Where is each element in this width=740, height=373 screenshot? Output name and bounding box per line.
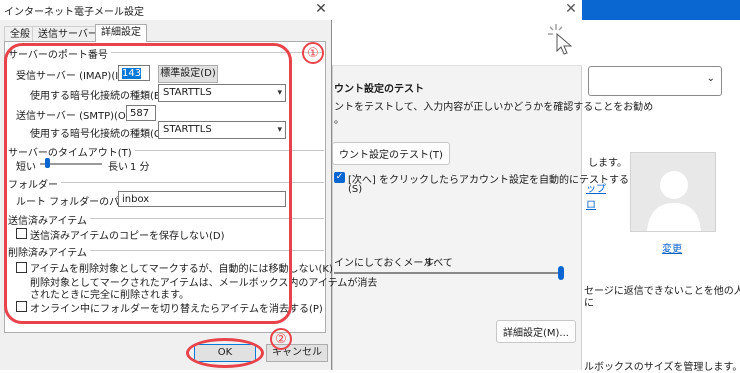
test-description: 。 — [334, 115, 344, 126]
test-account-button[interactable]: ウント設定のテスト(T) — [332, 142, 450, 165]
auto-test-checkbox[interactable]: ✓ — [334, 172, 345, 183]
cursor-sparkle-icon — [548, 24, 573, 55]
background-text: ルボックスのサイズを管理します。 — [584, 362, 740, 373]
auto-test-label: [次へ] をクリックしたらアカウント設定を自動的にテストする — [348, 175, 629, 186]
offline-mail-value: すべて — [424, 258, 453, 269]
person-icon — [647, 171, 701, 231]
background-header — [332, 20, 582, 66]
test-heading: ウント設定のテスト — [334, 84, 424, 95]
avatar — [630, 152, 716, 232]
test-description: ントをテストして、入力内容が正しいかどうかを確認することをお勧め — [334, 102, 654, 113]
background-text: に — [584, 298, 594, 309]
annotation-highlight-settings — [4, 43, 292, 324]
background-text: セージに返信できないことを他の人に — [584, 286, 740, 297]
background-title-bar — [580, 0, 740, 20]
close-icon[interactable]: ✕ — [562, 0, 580, 18]
auto-test-label: (S) — [348, 184, 363, 195]
chevron-down-icon: ⌄ — [706, 73, 715, 84]
background-title-bar — [332, 0, 582, 20]
tab-outgoing-server[interactable]: 送信サーバー — [32, 26, 104, 42]
offline-slider-thumb[interactable] — [558, 266, 564, 280]
advanced-settings-button[interactable]: 詳細設定(M)... — [496, 320, 576, 343]
annotation-number-one: ① — [302, 42, 324, 64]
tab-advanced[interactable]: 詳細設定 — [95, 24, 147, 42]
background-link[interactable]: ロ — [586, 196, 596, 211]
annotation-highlight-ok — [186, 338, 264, 368]
offline-mail-label: インにしておくメール: — [334, 258, 437, 269]
annotation-number-two: ② — [270, 328, 292, 350]
background-text: します。 — [588, 158, 627, 169]
close-icon[interactable]: ✕ — [312, 0, 330, 18]
background-dropdown[interactable]: ⌄ — [588, 66, 722, 96]
dialog-title: インターネット電子メール設定 — [4, 7, 144, 18]
change-picture-link[interactable]: 変更 — [662, 240, 682, 255]
